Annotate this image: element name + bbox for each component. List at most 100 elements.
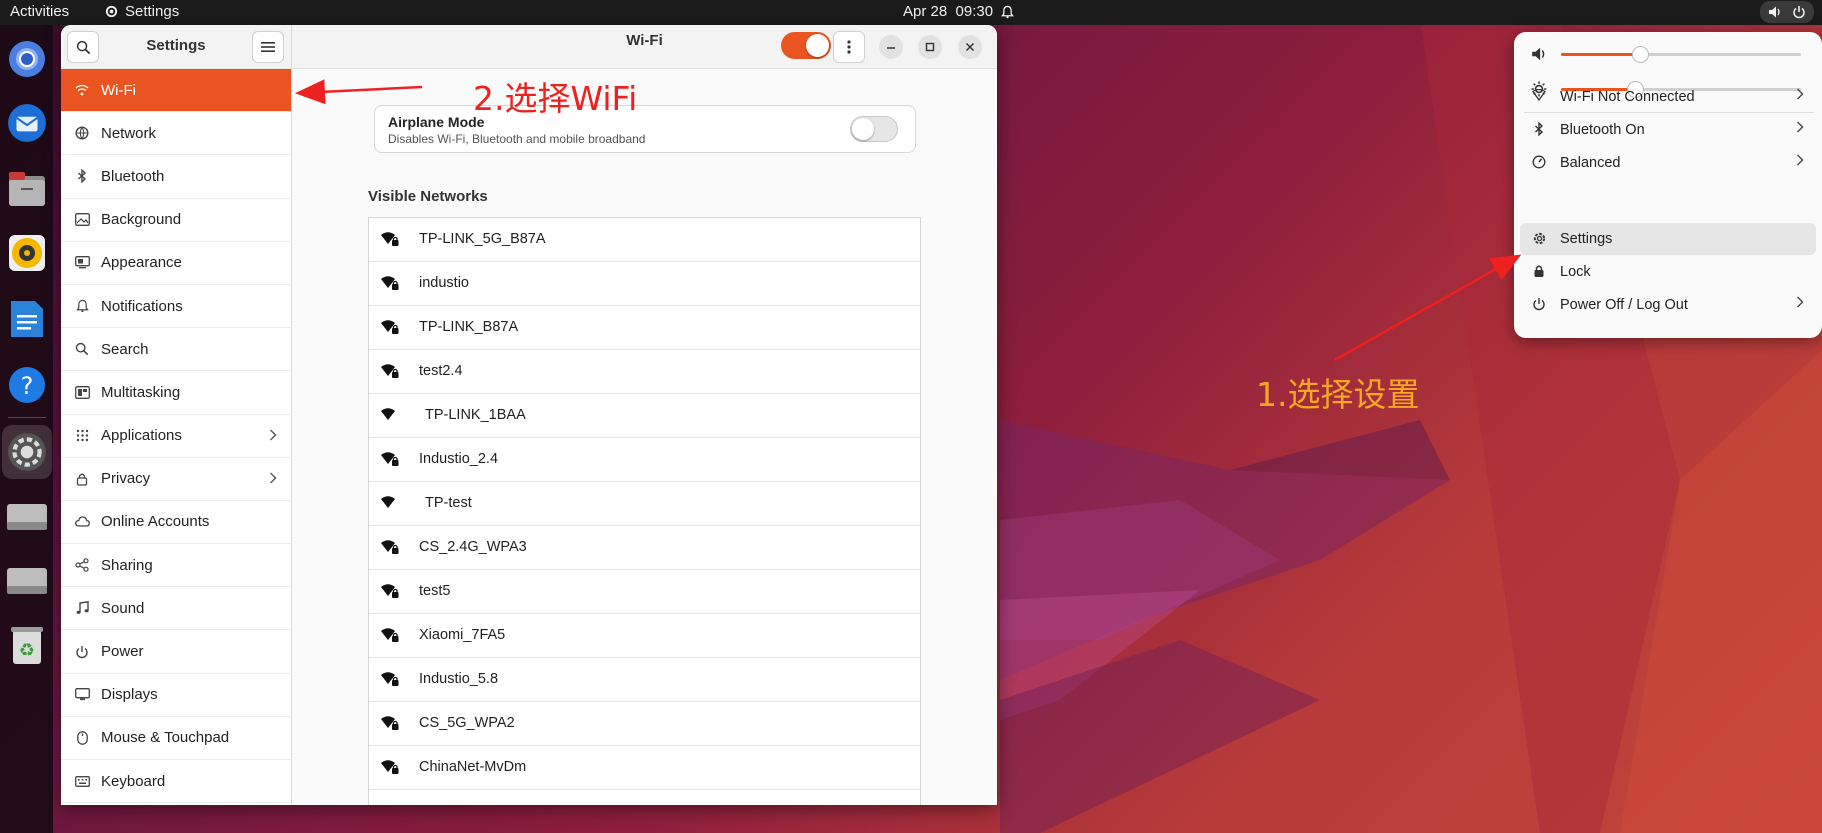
network-row[interactable]: test5 xyxy=(369,570,920,614)
app-name: Settings xyxy=(125,3,180,20)
bluetooth-icon xyxy=(1531,121,1547,138)
wifi-panel: Wi-Fi Airplane Mode Disables Wi-Fi, Blue… xyxy=(292,25,997,805)
quick-item-power-off-log-out[interactable]: Power Off / Log Out xyxy=(1520,289,1816,321)
more-vertical-icon xyxy=(847,40,851,54)
network-row[interactable]: TP-LINK_1BAA xyxy=(369,394,920,438)
volume-slider-handle[interactable] xyxy=(1632,46,1650,63)
help-launcher[interactable]: ? xyxy=(5,363,49,407)
quick-item-wi-fi-not-connected[interactable]: Wi-Fi Not Connected xyxy=(1520,81,1816,113)
network-name: Industio_5.8 xyxy=(419,671,499,687)
sidebar-item-network[interactable]: Network xyxy=(61,112,291,156)
network-row[interactable]: test2.4 xyxy=(369,350,920,394)
gear-icon xyxy=(105,5,118,18)
help-icon: ? xyxy=(9,367,45,403)
wifi-secured-icon xyxy=(380,714,400,734)
power-icon xyxy=(1793,6,1805,19)
quick-item-settings[interactable]: Settings xyxy=(1520,223,1816,255)
sidebar-item-sharing[interactable]: Sharing xyxy=(61,544,291,588)
network-name: industio xyxy=(419,275,469,291)
volume-slider[interactable] xyxy=(1561,46,1801,63)
grid-icon xyxy=(73,415,91,457)
sidebar-item-wi-fi[interactable]: Wi-Fi xyxy=(61,69,291,113)
trash-launcher[interactable]: ♻ xyxy=(5,623,49,667)
main-menu-button[interactable] xyxy=(252,31,284,63)
hamburger-icon xyxy=(261,42,275,52)
quick-item-bluetooth-on[interactable]: Bluetooth On xyxy=(1520,114,1816,146)
sidebar-item-sound[interactable]: Sound xyxy=(61,587,291,631)
sidebar-item-notifications[interactable]: Notifications xyxy=(61,285,291,329)
network-name: ChinaNet-MvDm xyxy=(419,759,527,775)
sidebar-item-label: Notifications xyxy=(101,297,183,315)
wifi-secured-icon xyxy=(380,670,400,690)
app-menu[interactable]: Settings xyxy=(104,3,179,20)
sidebar-item-label: Network xyxy=(101,124,157,142)
network-row[interactable]: CS_2.4G_WPA3 xyxy=(369,526,920,570)
power-profile-icon xyxy=(1531,155,1547,171)
keyboard-icon xyxy=(73,760,91,802)
sidebar-item-search[interactable]: Search xyxy=(61,328,291,372)
sidebar-item-label: Applications xyxy=(101,427,182,445)
network-row[interactable]: Xiaomi_7FA5 xyxy=(369,614,920,658)
network-row[interactable]: TP-test xyxy=(369,482,920,526)
close-icon xyxy=(965,42,975,52)
power-icon xyxy=(1531,297,1547,313)
sidebar-item-privacy[interactable]: Privacy xyxy=(61,458,291,501)
sidebar-item-background[interactable]: Background xyxy=(61,199,291,242)
sidebar-item-online-accounts[interactable]: Online Accounts xyxy=(61,501,291,545)
sidebar-item-mouse-touchpad[interactable]: Mouse & Touchpad xyxy=(61,717,291,760)
settings-window: Settings Wi-Fi Network Bluetooth Background… xyxy=(61,25,997,805)
multitasking-icon xyxy=(73,371,91,413)
network-row[interactable]: ChinaNet-MvDm xyxy=(369,746,920,790)
wifi-toggle[interactable] xyxy=(781,32,831,59)
panel-menu-button[interactable] xyxy=(833,31,865,63)
network-row[interactable]: industio xyxy=(369,262,920,306)
wifi-secured-icon xyxy=(380,230,400,250)
files-launcher[interactable] xyxy=(5,167,49,211)
drive-launcher-2[interactable] xyxy=(5,559,49,603)
maximize-button[interactable] xyxy=(918,35,942,59)
sidebar-item-label: Sharing xyxy=(101,556,153,574)
sidebar-item-bluetooth[interactable]: Bluetooth xyxy=(61,155,291,199)
drive-launcher-1[interactable] xyxy=(5,495,49,539)
network-name: CS_2.4G_WPA3 xyxy=(419,539,527,555)
sidebar-item-label: Privacy xyxy=(101,470,151,488)
quick-settings-menu: Wi-Fi Not Connected Bluetooth On Balanced … xyxy=(1514,32,1822,338)
wifi-signal-icon xyxy=(380,494,400,514)
volume-icon xyxy=(1769,6,1780,18)
network-row[interactable]: TP-LINK_5G_B87A xyxy=(369,218,920,262)
wifi-secured-icon xyxy=(380,274,400,294)
sidebar-item-appearance[interactable]: Appearance xyxy=(61,242,291,285)
mouse-icon xyxy=(73,717,91,759)
airplane-mode-toggle[interactable] xyxy=(850,116,898,142)
network-name: CS_5G_WPA2 xyxy=(419,715,515,731)
volume-slider-row xyxy=(1514,39,1822,69)
network-row[interactable]: TP-LINK_B87A xyxy=(369,306,920,350)
clock[interactable]: Apr 28 09:30 xyxy=(903,3,1014,20)
sidebar-item-displays[interactable]: Displays xyxy=(61,674,291,717)
sidebar-item-multitasking[interactable]: Multitasking xyxy=(61,371,291,415)
quick-item-lock[interactable]: Lock xyxy=(1520,256,1816,288)
network-row[interactable]: Industio_2.4 xyxy=(369,438,920,482)
minimize-button[interactable] xyxy=(879,35,903,59)
network-name: TP-LINK_5G_B87A xyxy=(419,231,546,247)
quick-item-balanced[interactable]: Balanced xyxy=(1520,147,1816,179)
network-icon xyxy=(73,112,91,154)
close-button[interactable] xyxy=(958,35,982,59)
system-menu-button[interactable] xyxy=(1760,1,1814,23)
activities-button[interactable]: Activities xyxy=(10,3,69,20)
network-row[interactable]: Industio_5.8 xyxy=(369,658,920,702)
sidebar-item-label: Wi-Fi xyxy=(101,81,136,99)
wifi-secured-icon xyxy=(380,538,400,558)
sidebar-item-applications[interactable]: Applications xyxy=(61,415,291,458)
thunderbird-launcher[interactable] xyxy=(5,101,49,145)
background-icon xyxy=(73,199,91,241)
network-row[interactable]: CS_5G_WPA2 xyxy=(369,702,920,746)
sidebar-item-power[interactable]: Power xyxy=(61,630,291,674)
rhythmbox-launcher[interactable] xyxy=(5,231,49,275)
writer-launcher[interactable] xyxy=(5,297,49,341)
chromium-launcher[interactable] xyxy=(5,37,49,81)
settings-launcher[interactable] xyxy=(2,425,52,479)
annotation-arrow-step1 xyxy=(1334,254,1522,362)
visible-networks-title: Visible Networks xyxy=(368,188,488,205)
sidebar-item-keyboard[interactable]: Keyboard xyxy=(61,760,291,804)
